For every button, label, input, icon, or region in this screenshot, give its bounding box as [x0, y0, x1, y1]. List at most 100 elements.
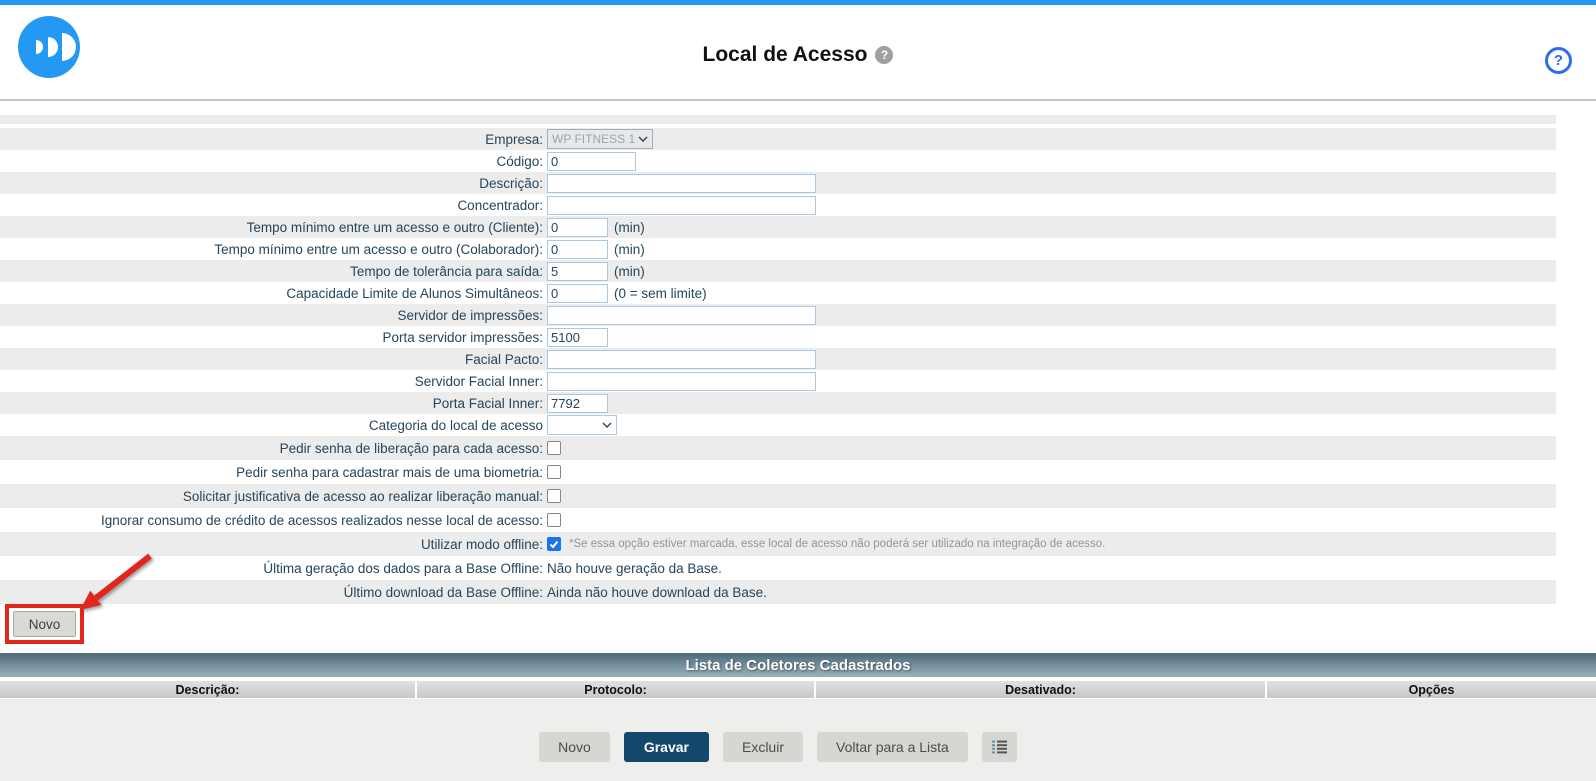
form-row-ultima-geracao-base-offline: Última geração dos dados para a Base Off… — [0, 556, 1556, 580]
form-row-porta-facial-inner: Porta Facial Inner: — [0, 392, 1556, 414]
list-icon — [991, 740, 1008, 754]
servidor-impressoes-input[interactable] — [547, 306, 816, 325]
pedir-senha-liberacao-label: Pedir senha de liberação para cada acess… — [0, 441, 547, 456]
bottom-panel: Novo Gravar Excluir Voltar para a Lista — [0, 699, 1596, 781]
facial-pacto-label: Facial Pacto: — [0, 352, 547, 367]
utilizar-modo-offline-control: *Se essa opção estiver marcada, esse loc… — [547, 537, 1105, 551]
capacidade-limite-alunos-suffix: (0 = sem limite) — [614, 286, 707, 301]
porta-servidor-impressoes-input[interactable] — [547, 328, 608, 347]
chevron-down-icon — [638, 136, 648, 142]
codigo-input[interactable] — [547, 152, 636, 171]
servidor-impressoes-label: Servidor de impressões: — [0, 308, 547, 323]
ignorar-consumo-credito-label: Ignorar consumo de crédito de acessos re… — [0, 513, 547, 528]
facial-pacto-control — [547, 350, 816, 369]
tempo-minimo-colaborador-label: Tempo mínimo entre um acesso e outro (Co… — [0, 242, 547, 257]
capacidade-limite-alunos-input[interactable] — [547, 284, 608, 303]
page-title: Local de Acesso — [703, 43, 868, 67]
tempo-minimo-cliente-label: Tempo mínimo entre um acesso e outro (Cl… — [0, 220, 547, 235]
facial-pacto-input[interactable] — [547, 350, 816, 369]
ultimo-download-base-offline-label: Último download da Base Offline: — [0, 585, 547, 600]
form-row-utilizar-modo-offline: Utilizar modo offline: *Se essa opção est… — [0, 532, 1556, 556]
categoria-local-acesso-select[interactable] — [547, 415, 617, 435]
concentrador-control — [547, 196, 816, 215]
ultima-geracao-base-offline-label: Última geração dos dados para a Base Off… — [0, 561, 547, 576]
ultima-geracao-base-offline-value: Não houve geração da Base. — [547, 561, 722, 576]
footer-button-voltar-para-a-lista[interactable]: Voltar para a Lista — [817, 732, 968, 762]
utilizar-modo-offline-note: *Se essa opção estiver marcada, esse loc… — [569, 538, 1105, 550]
footer-list-button[interactable] — [982, 732, 1017, 762]
servidor-facial-inner-input[interactable] — [547, 372, 816, 391]
categoria-local-acesso-label: Categoria do local de acesso — [0, 418, 547, 433]
form-row-solicitar-justificativa: Solicitar justificativa de acesso ao rea… — [0, 484, 1556, 508]
categoria-local-acesso-control — [547, 415, 617, 435]
pedir-senha-biometria-label: Pedir senha para cadastrar mais de uma b… — [0, 465, 547, 480]
column-header-1: Descrição: — [0, 681, 415, 698]
footer-button-novo[interactable]: Novo — [539, 732, 610, 762]
form-row-tempo-minimo-cliente: Tempo mínimo entre um acesso e outro (Cl… — [0, 216, 1556, 238]
concentrador-label: Concentrador: — [0, 198, 547, 213]
form-row-ignorar-consumo-credito: Ignorar consumo de crédito de acessos re… — [0, 508, 1556, 532]
form-row-capacidade-limite-alunos: Capacidade Limite de Alunos Simultâneos:… — [0, 282, 1556, 304]
pedir-senha-biometria-checkbox[interactable] — [547, 465, 561, 479]
solicitar-justificativa-control — [547, 489, 561, 503]
help-icon[interactable]: ? — [1545, 47, 1572, 74]
tempo-tolerancia-saida-suffix: (min) — [614, 264, 645, 279]
porta-facial-inner-label: Porta Facial Inner: — [0, 396, 547, 411]
column-header-3: Desativado: — [816, 681, 1265, 698]
novo-button[interactable]: Novo — [13, 611, 76, 637]
footer-button-excluir[interactable]: Excluir — [723, 732, 803, 762]
concentrador-input[interactable] — [547, 196, 816, 215]
descricao-label: Descrição: — [0, 176, 547, 191]
form-rows: Empresa:WP FITNESS 1Código: Descrição: Con… — [0, 115, 1556, 604]
empresa-control: WP FITNESS 1 — [547, 129, 653, 149]
form-row-ultimo-download-base-offline: Último download da Base Offline:Ainda nã… — [0, 580, 1556, 604]
tempo-minimo-colaborador-input[interactable] — [547, 240, 608, 259]
chevron-down-icon — [602, 422, 612, 428]
empresa-label: Empresa: — [0, 132, 547, 147]
ignorar-consumo-credito-checkbox[interactable] — [547, 513, 561, 527]
servidor-facial-inner-label: Servidor Facial Inner: — [0, 374, 547, 389]
servidor-impressoes-control — [547, 306, 816, 325]
porta-facial-inner-input[interactable] — [547, 394, 608, 413]
tempo-minimo-colaborador-control: (min) — [547, 240, 645, 259]
utilizar-modo-offline-label: Utilizar modo offline: — [0, 537, 547, 552]
ultimo-download-base-offline-control: Ainda não houve download da Base. — [547, 585, 767, 600]
tempo-tolerancia-saida-control: (min) — [547, 262, 645, 281]
footer-button-gravar[interactable]: Gravar — [624, 732, 709, 762]
form-row-pedir-senha-liberacao: Pedir senha de liberação para cada acess… — [0, 436, 1556, 460]
tempo-tolerancia-saida-label: Tempo de tolerância para saída: — [0, 264, 547, 279]
form-row-porta-servidor-impressoes: Porta servidor impressões: — [0, 326, 1556, 348]
form-row-concentrador: Concentrador: — [0, 194, 1556, 216]
pedir-senha-liberacao-checkbox[interactable] — [547, 441, 561, 455]
servidor-facial-inner-control — [547, 372, 816, 391]
capacidade-limite-alunos-label: Capacidade Limite de Alunos Simultâneos: — [0, 286, 547, 301]
form-row-pedir-senha-biometria: Pedir senha para cadastrar mais de uma b… — [0, 460, 1556, 484]
codigo-label: Código: — [0, 154, 547, 169]
tempo-minimo-cliente-input[interactable] — [547, 218, 608, 237]
tempo-minimo-cliente-control: (min) — [547, 218, 645, 237]
porta-servidor-impressoes-control — [547, 328, 608, 347]
utilizar-modo-offline-checkbox[interactable] — [547, 537, 561, 551]
ultimo-download-base-offline-value: Ainda não houve download da Base. — [547, 585, 767, 600]
form-spacer-row — [0, 115, 1556, 124]
title-help-icon[interactable]: ? — [875, 46, 893, 64]
form-row-descricao: Descrição: — [0, 172, 1556, 194]
solicitar-justificativa-label: Solicitar justificativa de acesso ao rea… — [0, 489, 547, 504]
form-row-servidor-impressoes: Servidor de impressões: — [0, 304, 1556, 326]
pedir-senha-liberacao-control — [547, 441, 561, 455]
form-row-tempo-minimo-colaborador: Tempo mínimo entre um acesso e outro (Co… — [0, 238, 1556, 260]
porta-facial-inner-control — [547, 394, 608, 413]
column-header-4: Opções — [1267, 681, 1596, 698]
solicitar-justificativa-checkbox[interactable] — [547, 489, 561, 503]
form-row-categoria-local-acesso: Categoria do local de acesso — [0, 414, 1556, 436]
empresa-select: WP FITNESS 1 — [547, 129, 653, 149]
form-row-codigo: Código: — [0, 150, 1556, 172]
form-row-servidor-facial-inner: Servidor Facial Inner: — [0, 370, 1556, 392]
page-header: Local de Acesso ? ? — [0, 5, 1596, 101]
column-header-2: Protocolo: — [417, 681, 814, 698]
page-title-wrap: Local de Acesso ? — [0, 43, 1596, 67]
descricao-input[interactable] — [547, 174, 816, 193]
ignorar-consumo-credito-control — [547, 513, 561, 527]
check-icon — [548, 538, 560, 550]
tempo-tolerancia-saida-input[interactable] — [547, 262, 608, 281]
